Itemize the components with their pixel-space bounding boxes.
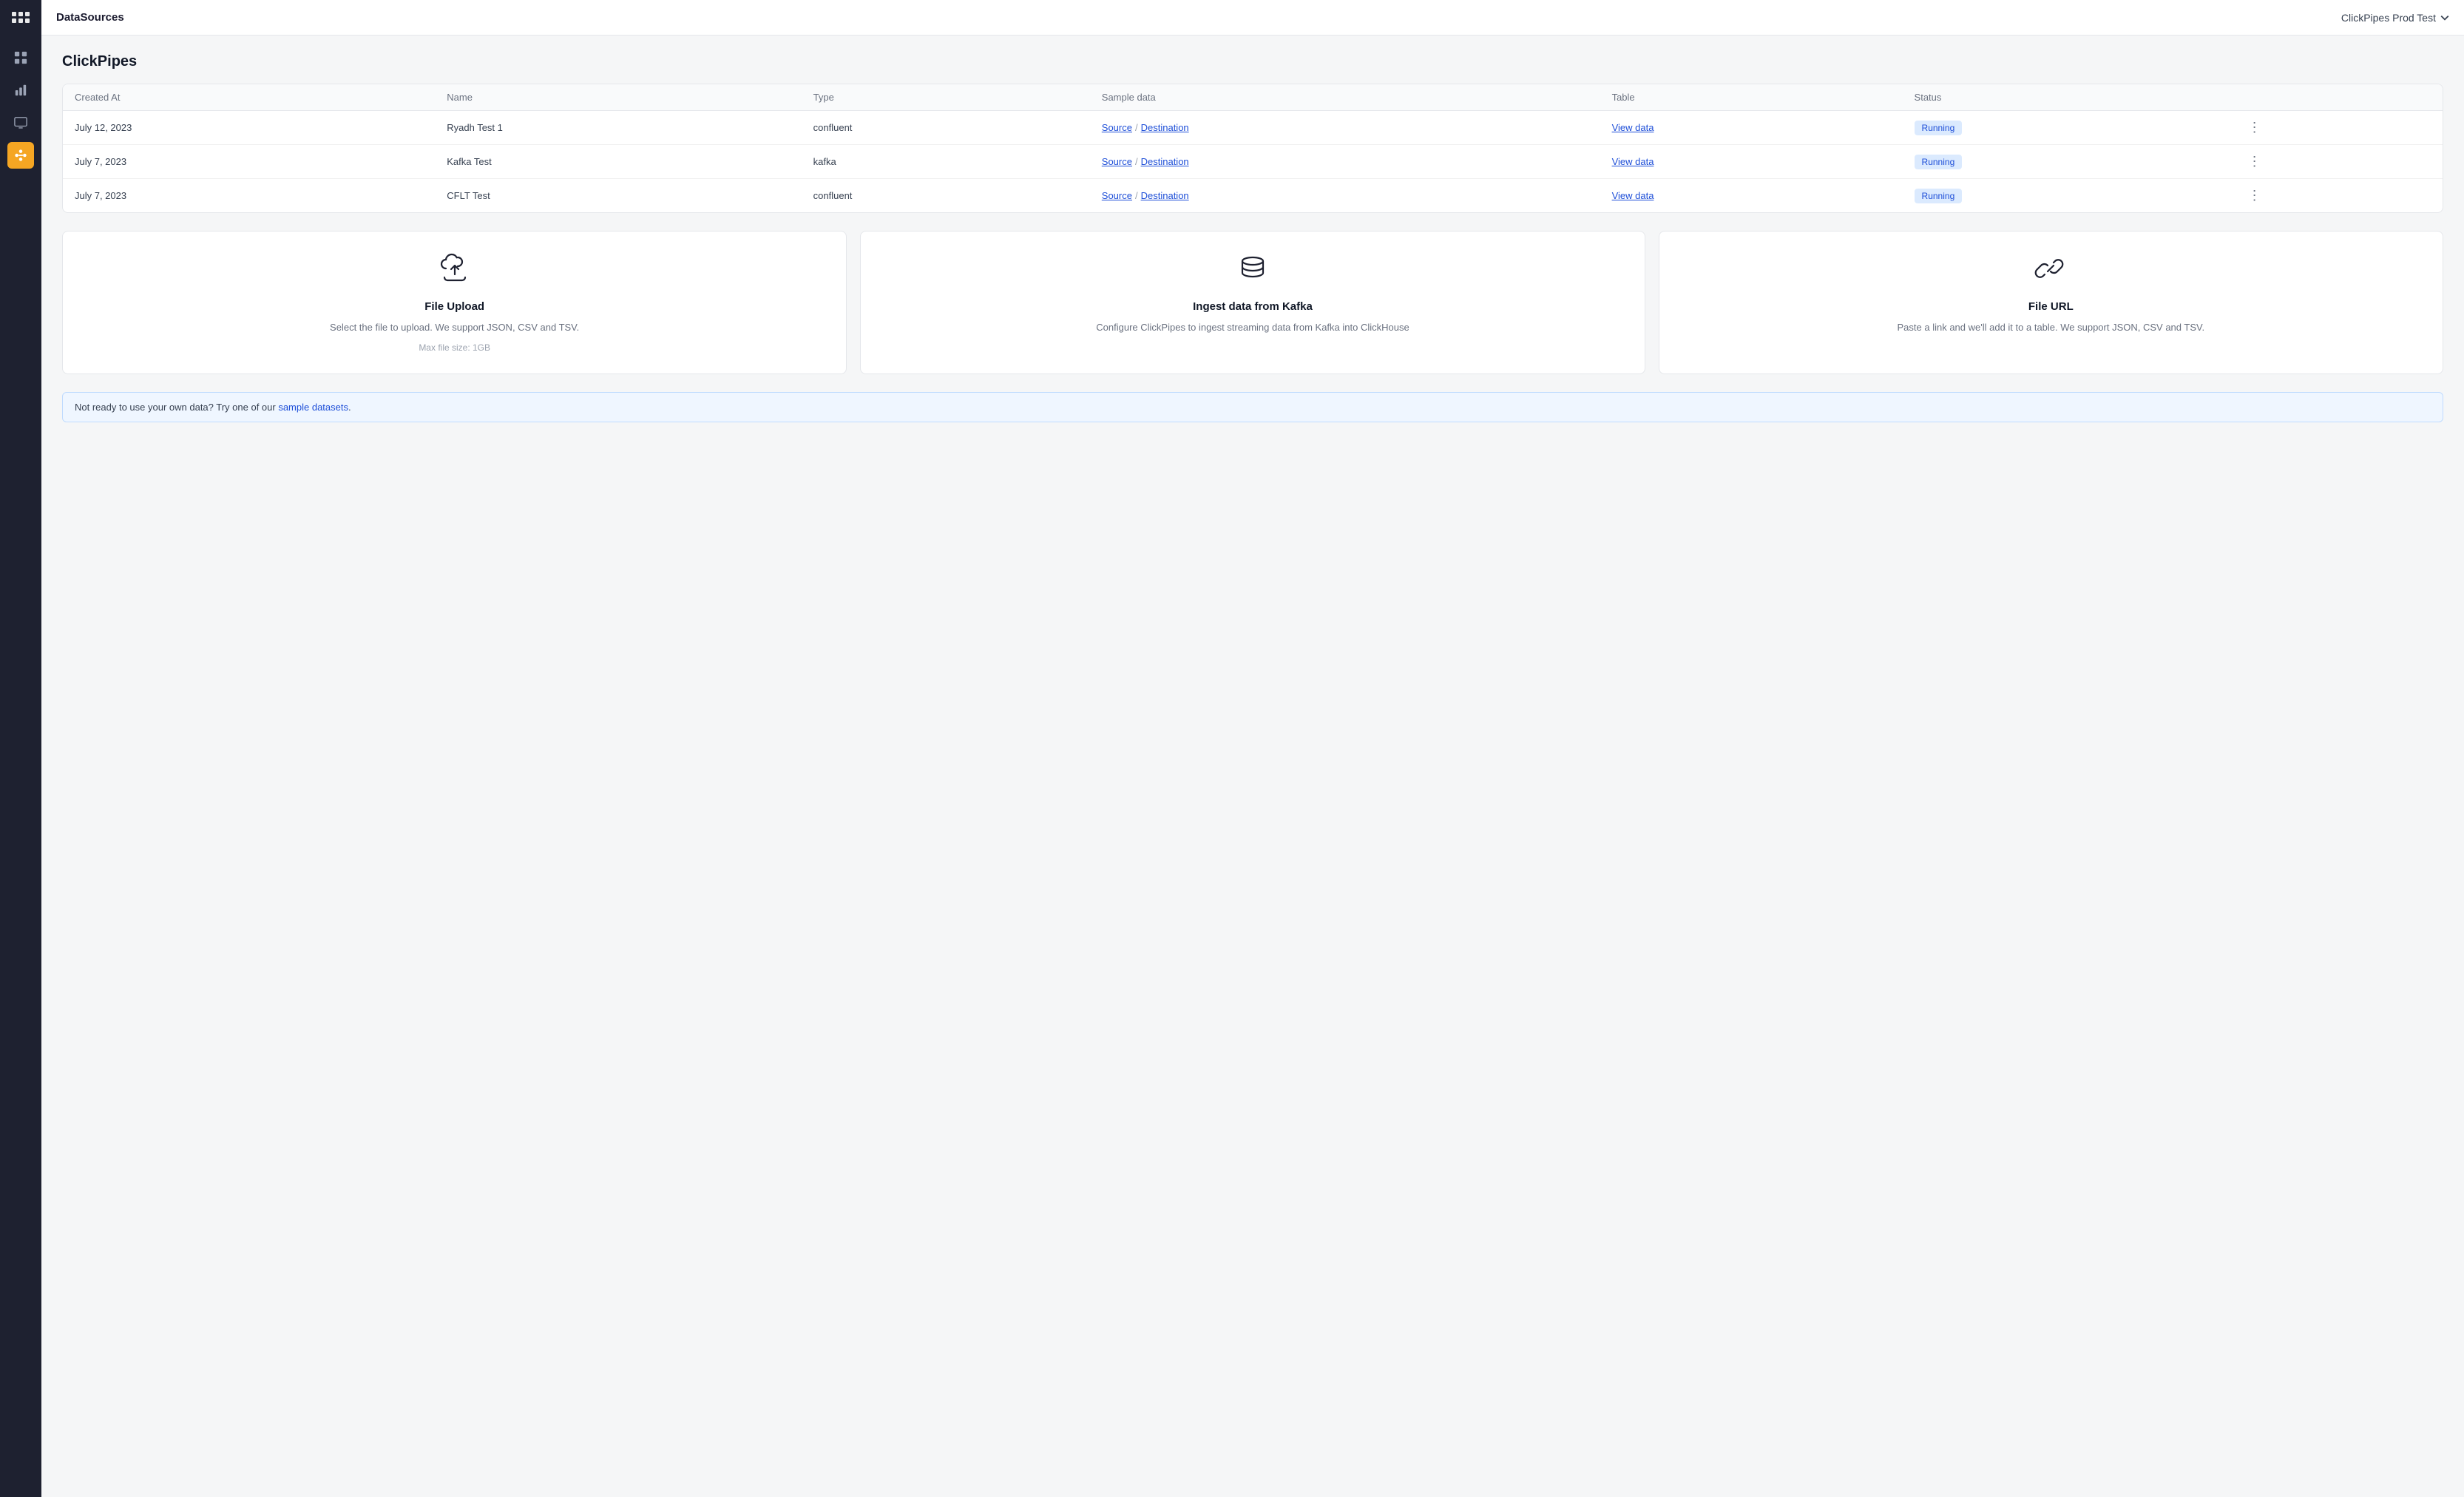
main-area: DataSources ClickPipes Prod Test ClickPi… xyxy=(41,0,2464,1497)
cell-status: Running xyxy=(1903,145,2232,179)
file-upload-card[interactable]: File Upload Select the file to upload. W… xyxy=(62,231,847,374)
cell-created-at: July 7, 2023 xyxy=(63,145,435,179)
cell-type: kafka xyxy=(802,145,1090,179)
sidebar-grid-icon[interactable] xyxy=(7,44,34,71)
env-selector[interactable]: ClickPipes Prod Test xyxy=(2341,12,2449,24)
cell-view-data: View data xyxy=(1600,179,1903,213)
cell-type: confluent xyxy=(802,111,1090,145)
kafka-title: Ingest data from Kafka xyxy=(1193,300,1313,313)
view-data-link[interactable]: View data xyxy=(1612,122,1654,133)
sidebar-pipes-icon[interactable] xyxy=(7,142,34,169)
app-title: DataSources xyxy=(56,11,124,24)
destination-link[interactable]: Destination xyxy=(1141,190,1189,201)
status-badge: Running xyxy=(1915,155,1963,169)
topbar: DataSources ClickPipes Prod Test xyxy=(41,0,2464,36)
app-logo xyxy=(9,9,33,33)
env-label: ClickPipes Prod Test xyxy=(2341,12,2436,24)
cell-status: Running xyxy=(1903,179,2232,213)
table-row: July 7, 2023 CFLT Test confluent Source … xyxy=(63,179,2443,213)
link-icon xyxy=(2034,252,2067,291)
slash-separator: / xyxy=(1135,122,1138,133)
cell-view-data: View data xyxy=(1600,111,1903,145)
source-link[interactable]: Source xyxy=(1102,156,1132,167)
sidebar-chart-icon[interactable] xyxy=(7,77,34,104)
kafka-card[interactable]: Ingest data from Kafka Configure ClickPi… xyxy=(860,231,1645,374)
sample-datasets-link[interactable]: sample datasets xyxy=(278,402,348,413)
col-actions xyxy=(2232,84,2443,111)
sidebar-monitor-icon[interactable] xyxy=(7,109,34,136)
file-upload-desc: Select the file to upload. We support JS… xyxy=(330,320,579,335)
table-row: July 12, 2023 Ryadh Test 1 confluent Sou… xyxy=(63,111,2443,145)
cell-type: confluent xyxy=(802,179,1090,213)
info-text-before: Not ready to use your own data? Try one … xyxy=(75,402,278,413)
slash-separator: / xyxy=(1135,190,1138,201)
cell-sample-data: Source / Destination xyxy=(1090,111,1600,145)
view-data-link[interactable]: View data xyxy=(1612,190,1654,201)
page-title: ClickPipes xyxy=(62,53,2443,70)
info-text-after: . xyxy=(348,402,351,413)
row-menu-button[interactable]: ⋮ xyxy=(2244,152,2266,170)
cell-status: Running xyxy=(1903,111,2232,145)
upload-icon xyxy=(439,252,471,291)
cell-menu: ⋮ xyxy=(2232,145,2443,179)
row-menu-button[interactable]: ⋮ xyxy=(2244,118,2266,136)
cards-row: File Upload Select the file to upload. W… xyxy=(62,231,2443,374)
clickpipes-table: Created At Name Type Sample data Table S… xyxy=(62,84,2443,213)
cell-menu: ⋮ xyxy=(2232,179,2443,213)
cell-name: Kafka Test xyxy=(435,145,801,179)
cell-sample-data: Source / Destination xyxy=(1090,179,1600,213)
table-header-row: Created At Name Type Sample data Table S… xyxy=(63,84,2443,111)
cell-created-at: July 12, 2023 xyxy=(63,111,435,145)
database-icon xyxy=(1236,252,1269,291)
cell-name: Ryadh Test 1 xyxy=(435,111,801,145)
content-area: ClickPipes Created At Name Type Sample d… xyxy=(41,36,2464,1497)
cell-name: CFLT Test xyxy=(435,179,801,213)
col-created-at: Created At xyxy=(63,84,435,111)
sidebar xyxy=(0,0,41,1497)
file-upload-title: File Upload xyxy=(424,300,484,313)
cell-sample-data: Source / Destination xyxy=(1090,145,1600,179)
view-data-link[interactable]: View data xyxy=(1612,156,1654,167)
row-menu-button[interactable]: ⋮ xyxy=(2244,186,2266,204)
col-table: Table xyxy=(1600,84,1903,111)
source-link[interactable]: Source xyxy=(1102,190,1132,201)
cell-menu: ⋮ xyxy=(2232,111,2443,145)
col-name: Name xyxy=(435,84,801,111)
info-bar: Not ready to use your own data? Try one … xyxy=(62,392,2443,422)
status-badge: Running xyxy=(1915,121,1963,135)
file-url-card[interactable]: File URL Paste a link and we'll add it t… xyxy=(1659,231,2443,374)
col-status: Status xyxy=(1903,84,2232,111)
col-sample-data: Sample data xyxy=(1090,84,1600,111)
source-link[interactable]: Source xyxy=(1102,122,1132,133)
table-row: July 7, 2023 Kafka Test kafka Source / D… xyxy=(63,145,2443,179)
file-upload-sub: Max file size: 1GB xyxy=(419,342,490,353)
destination-link[interactable]: Destination xyxy=(1141,122,1189,133)
destination-link[interactable]: Destination xyxy=(1141,156,1189,167)
file-url-desc: Paste a link and we'll add it to a table… xyxy=(1898,320,2205,335)
chevron-down-icon xyxy=(2440,13,2449,22)
cell-created-at: July 7, 2023 xyxy=(63,179,435,213)
col-type: Type xyxy=(802,84,1090,111)
kafka-desc: Configure ClickPipes to ingest streaming… xyxy=(1096,320,1409,335)
status-badge: Running xyxy=(1915,189,1963,203)
slash-separator: / xyxy=(1135,156,1138,167)
file-url-title: File URL xyxy=(2028,300,2074,313)
cell-view-data: View data xyxy=(1600,145,1903,179)
